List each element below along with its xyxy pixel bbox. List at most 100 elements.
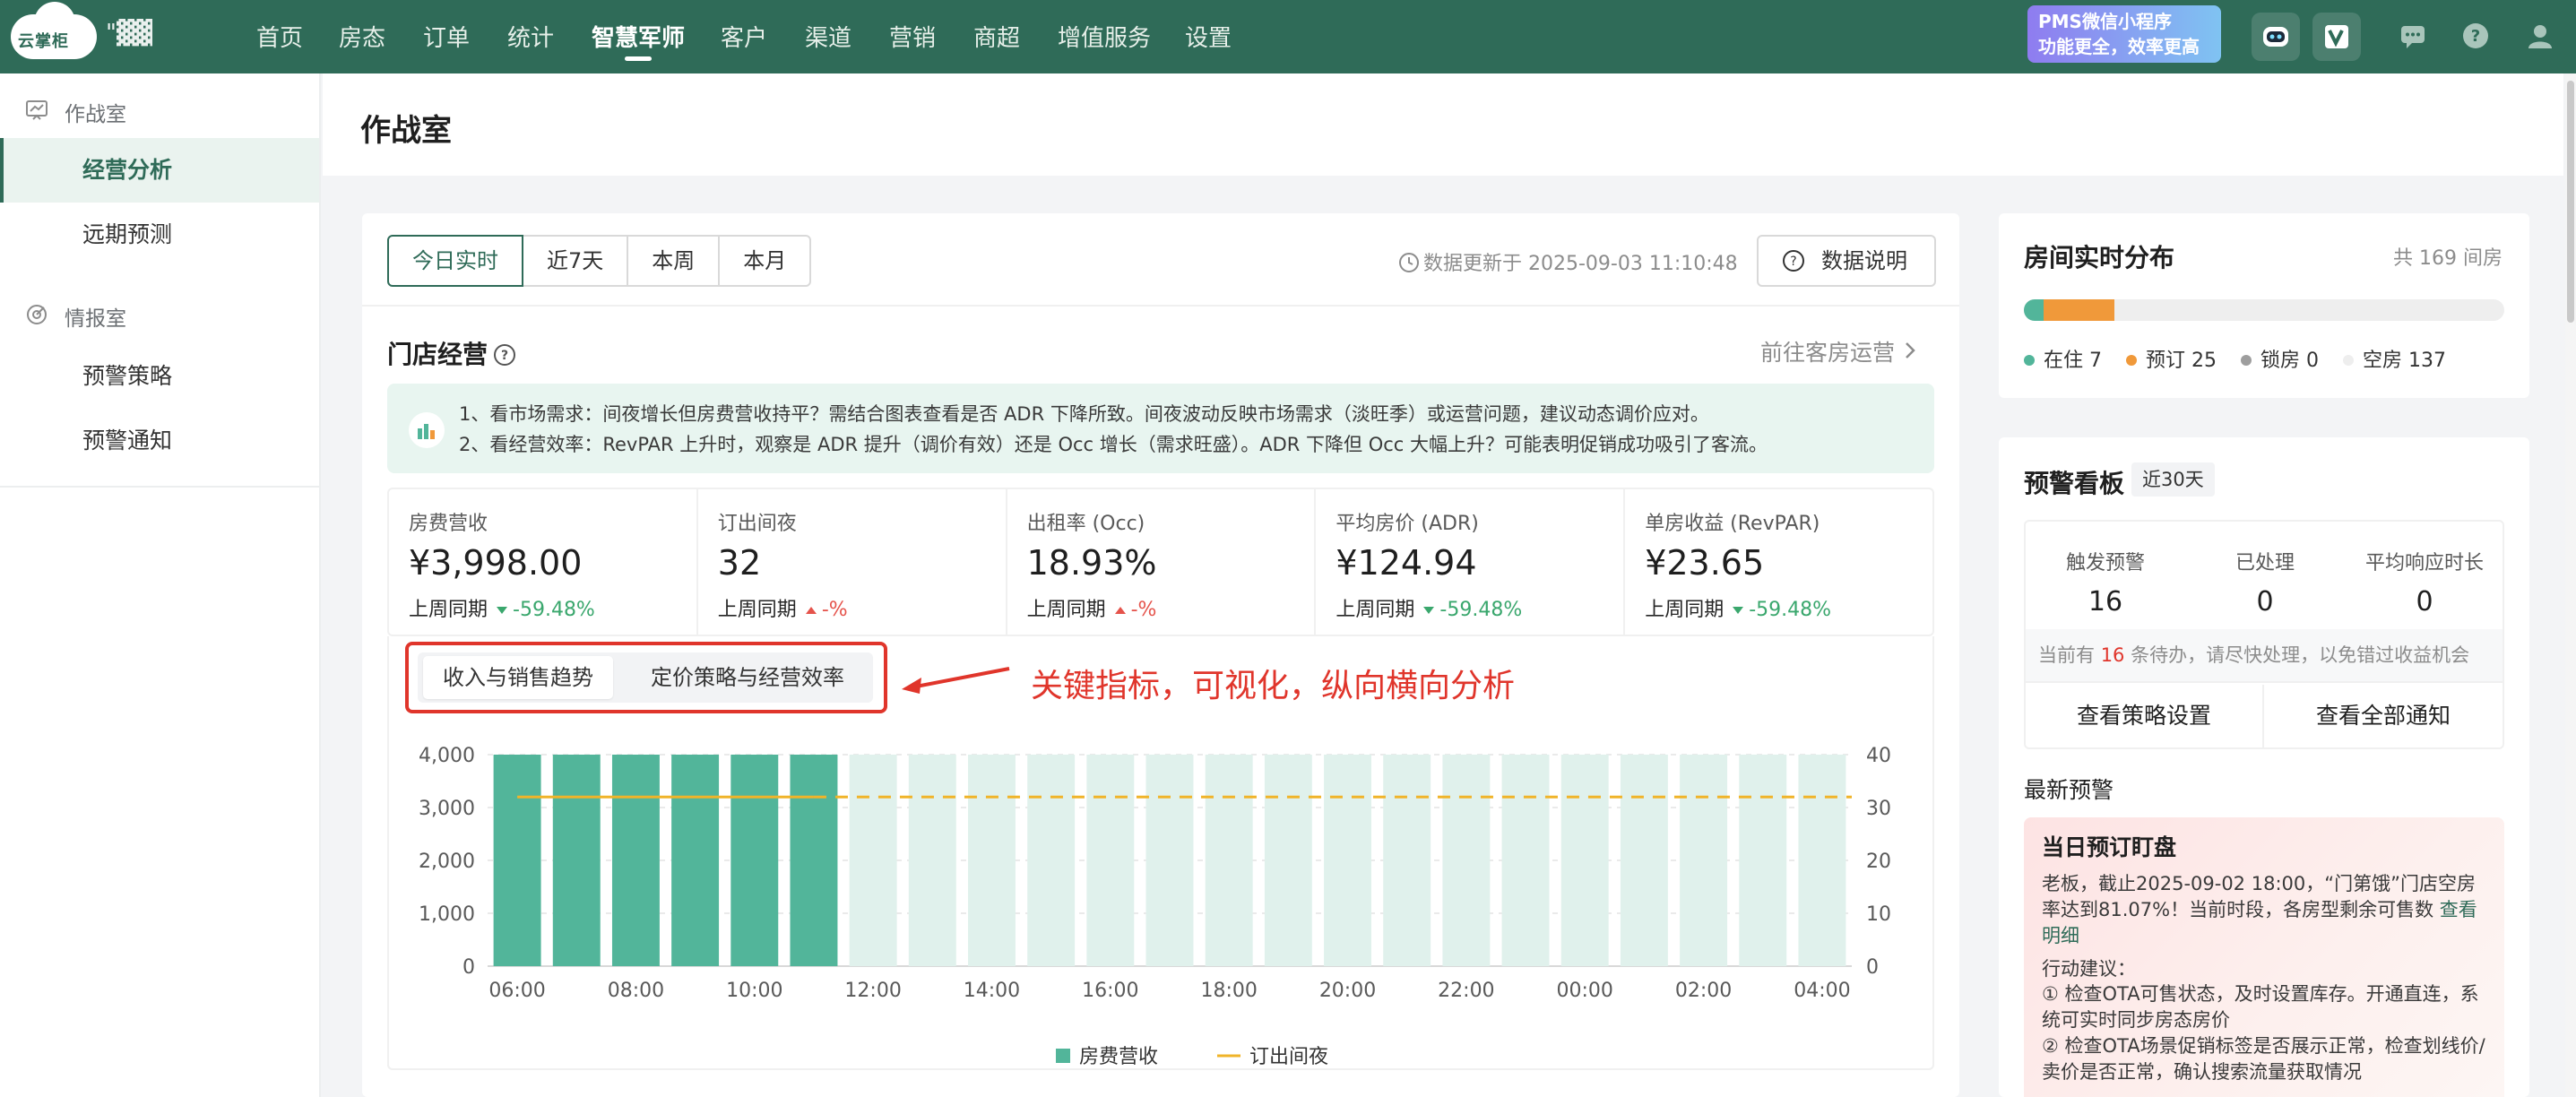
room-distribution-bar: [2024, 299, 2504, 321]
revenue-bar: [671, 755, 720, 966]
nav-item-orders[interactable]: 订单: [423, 20, 470, 53]
data-explain-button[interactable]: ? 数据说明: [1757, 235, 1936, 287]
kpi-room-nights: 订出间夜 32 上周同期 -%: [698, 489, 1007, 635]
logo-text: 云掌柜: [18, 32, 69, 51]
room-distribution-card: 房间实时分布 共 169 间房 在住 7 预订 25 锁房 0 空房 137: [1999, 213, 2529, 398]
page-title: 作战室: [360, 113, 452, 149]
tab-today[interactable]: 今日实时: [387, 235, 523, 287]
x-tick-label: 22:00: [1438, 980, 1494, 1002]
message-icon[interactable]: [2399, 22, 2427, 50]
info-icon[interactable]: ?: [493, 343, 516, 367]
x-tick-label: 14:00: [964, 980, 1020, 1002]
revenue-bar-forecast: [1383, 755, 1431, 966]
revenue-trend-chart: 0 1,000 2,000 3,000 4,000 0 10 20 30 40 06:00 08:00…: [419, 745, 1891, 1068]
kpi-label: 平均房价 (ADR): [1336, 513, 1479, 535]
latest-warnings-title: 最新预警: [2024, 777, 2114, 803]
alert-action-1: ① 检查OTA可售状态，及时设置库存。开通直连，系统可实时同步房态房价: [2042, 983, 2479, 1031]
kpi-revpar: 单房收益 (RevPAR) ¥23.65 上周同期 -59.48%: [1625, 489, 1932, 635]
revenue-bar-forecast: [1205, 755, 1253, 966]
x-tick-label: 20:00: [1319, 980, 1376, 1002]
subtab-pricing-efficiency[interactable]: 定价策略与经营效率: [631, 656, 864, 699]
question-circle-icon: ?: [1783, 250, 1804, 272]
clock-icon: [1399, 253, 1419, 272]
nav-item-statistics[interactable]: 统计: [507, 20, 554, 53]
svg-text:?: ?: [1790, 255, 1796, 269]
kpi-value: ¥23.65: [1645, 543, 1765, 583]
revenue-bar-forecast: [1145, 755, 1194, 966]
nav-item-home[interactable]: 首页: [256, 20, 303, 53]
latest-alert-card[interactable]: 当日预订盯盘 老板，截止2025-09-02 18:00，“门第饿”门店空房率达…: [2024, 817, 2504, 1097]
legend-label-room-nights: 订出间夜: [1249, 1046, 1328, 1068]
nav-item-room-status[interactable]: 房态: [339, 20, 385, 53]
tab-last-7-days[interactable]: 近7天: [522, 235, 629, 287]
user-avatar-icon[interactable]: [2526, 22, 2554, 50]
x-tick-label: 08:00: [608, 980, 664, 1002]
note-suffix: 条待办，请尽快处理，以免错过收益机会: [2131, 644, 2470, 666]
subtab-revenue-trend[interactable]: 收入与销售趋势: [423, 656, 613, 699]
nav-item-mall[interactable]: 商超: [973, 20, 1020, 53]
kpi-change-down: -59.48%: [1733, 599, 1831, 621]
kpi-compare-label: 上周同期: [1645, 599, 1725, 621]
kpi-change-down: -59.48%: [497, 599, 595, 621]
sidebar-item-warning-notice[interactable]: 预警通知: [0, 409, 319, 473]
legend-reserved: 预订 25: [2126, 344, 2217, 373]
tab-this-week[interactable]: 本周: [627, 235, 721, 287]
nav-item-settings[interactable]: 设置: [1185, 20, 1232, 53]
page-header: 作战室: [323, 73, 2563, 176]
revenue-bar-forecast: [1027, 755, 1076, 966]
updated-text: 数据更新于 2025-09-03 11:10:48: [1423, 253, 1738, 275]
kpi-change-value: -59.48%: [1439, 599, 1523, 621]
sidebar-item-warning-policy[interactable]: 预警策略: [0, 344, 319, 409]
nav-item-value-added[interactable]: 增值服务: [1058, 20, 1151, 53]
nav-item-smart-advisor[interactable]: 智慧军师: [592, 20, 685, 53]
kpi-label: 房费营收: [409, 513, 488, 535]
robot-assistant-button[interactable]: [2252, 13, 2300, 61]
miniprogram-promo-banner[interactable]: PMS微信小程序 功能更全，效率更高: [2027, 5, 2221, 63]
x-tick-label: 18:00: [1200, 980, 1257, 1002]
view-policy-settings-button[interactable]: 查看策略设置: [2026, 685, 2264, 747]
revenue-bar: [730, 755, 779, 966]
nav-item-customers[interactable]: 客户: [721, 20, 767, 53]
tab-this-month[interactable]: 本月: [718, 235, 812, 287]
legend-label-revenue: 房费营收: [1079, 1046, 1158, 1068]
revenue-bar-forecast: [849, 755, 897, 966]
kpi-change-value: -%: [1130, 599, 1157, 621]
tip-line-2: 2、看经营效率：RevPAR 上升时，观察是 ADR 提升（调价有效）还是 Oc…: [459, 434, 1768, 455]
room-distribution-title: 房间实时分布: [2024, 243, 2175, 272]
v-app-button[interactable]: [2312, 13, 2361, 61]
tip-line-1: 1、看市场需求：间夜增长但房费营收持平？需结合图表查看是否 ADR 下降所致。间…: [459, 403, 1709, 425]
page-scrollbar-thumb[interactable]: [2567, 81, 2574, 323]
nav-item-channels[interactable]: 渠道: [805, 20, 851, 53]
robot-icon: [2263, 27, 2288, 47]
alert-title: 当日预订盯盘: [2042, 834, 2177, 860]
note-prefix: 当前有: [2038, 644, 2095, 666]
x-tick-label: 02:00: [1675, 980, 1732, 1002]
revenue-bar-forecast: [1620, 755, 1668, 966]
sidebar-group-label: 作战室: [65, 103, 126, 126]
goto-link-label: 前往客房运营: [1760, 340, 1896, 366]
kpi-compare-label: 上周同期: [717, 599, 797, 621]
kpi-label: 订出间夜: [717, 513, 797, 535]
active-nav-indicator: [625, 56, 652, 61]
sidebar-item-forecast[interactable]: 远期预测: [0, 203, 319, 267]
revenue-bar-forecast: [1501, 755, 1550, 966]
view-all-notices-button[interactable]: 查看全部通知: [2264, 685, 2503, 747]
legend-label: 在住 7: [2044, 350, 2102, 372]
y-left-tick-label: 0: [462, 956, 475, 979]
x-tick-label: 06:00: [488, 980, 545, 1002]
period-tabs: 今日实时 近7天 本周 本月: [387, 235, 812, 287]
help-icon[interactable]: ?: [2461, 22, 2490, 50]
stat-label: 平均响应时长: [2364, 552, 2484, 574]
x-tick-label: 04:00: [1794, 980, 1850, 1002]
nav-item-marketing[interactable]: 营销: [889, 20, 936, 53]
goto-room-operation-link[interactable]: 前往客房运营: [1760, 335, 1918, 367]
pending-todo-note: 当前有 16 条待办，请尽快处理，以免错过收益机会: [2026, 629, 2503, 681]
kpi-compare: 上周同期 -%: [718, 593, 848, 622]
hotel-name[interactable]: "▓▓: [106, 20, 152, 47]
y-right-tick-label: 20: [1866, 851, 1891, 873]
kpi-compare-label: 上周同期: [409, 599, 488, 621]
sidebar-item-business-analysis[interactable]: 经营分析: [0, 138, 319, 203]
app-logo[interactable]: 云掌柜: [11, 2, 109, 59]
revenue-bar-forecast: [908, 755, 956, 966]
card-divider: [362, 305, 1959, 307]
